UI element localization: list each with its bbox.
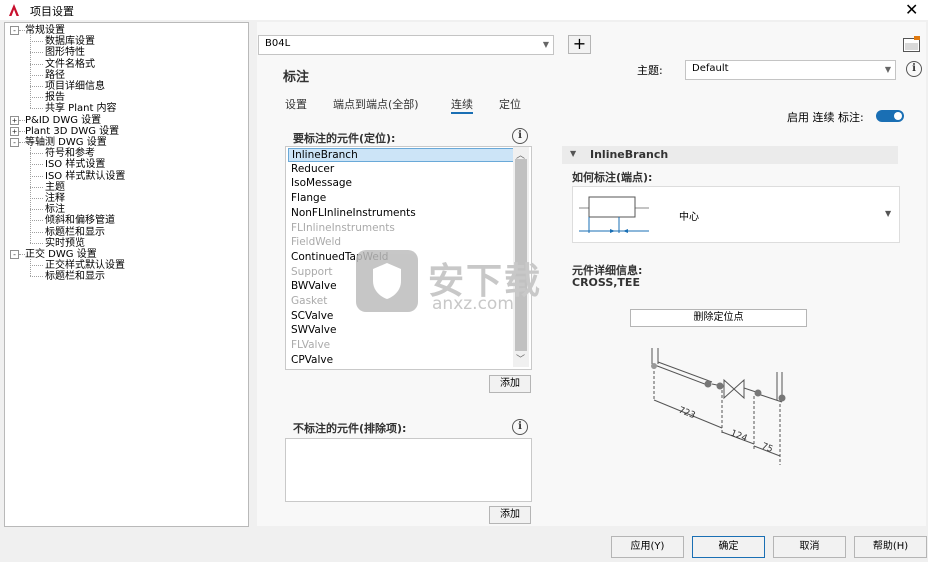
window-title: 项目设置: [30, 5, 74, 18]
tree-item[interactable]: 共享 Plant 内容: [45, 103, 117, 114]
delete-locate-point-button[interactable]: 删除定位点: [630, 309, 807, 327]
tab-locate[interactable]: 定位: [499, 96, 521, 112]
watermark-logo-icon: [356, 250, 418, 312]
title-bar: [0, 0, 928, 20]
enable-continuous-toggle[interactable]: [876, 110, 904, 122]
tree-item[interactable]: ISO 样式设置: [45, 159, 105, 170]
list-item[interactable]: FLValve: [291, 339, 330, 351]
tree-group[interactable]: 常规设置: [25, 25, 65, 36]
tree-item[interactable]: 图形特性: [45, 47, 85, 58]
detail-title: InlineBranch: [590, 148, 669, 161]
style-select[interactable]: B04L ▼: [258, 35, 554, 55]
how-label: 如何标注(端点):: [572, 171, 653, 184]
ok-button[interactable]: 确定: [692, 536, 765, 558]
list-item[interactable]: Support: [291, 266, 333, 278]
included-label: 要标注的元件(定位):: [293, 132, 396, 145]
close-icon[interactable]: ✕: [905, 0, 918, 19]
list-item[interactable]: SWValve: [291, 324, 336, 336]
tree-item[interactable]: 注释: [45, 193, 65, 204]
tree-group[interactable]: P&ID DWG 设置: [25, 115, 101, 126]
page-heading: 标注: [283, 70, 310, 85]
component-info-value: CROSS,TEE: [572, 276, 640, 289]
list-item[interactable]: SCValve: [291, 310, 333, 322]
tree-item[interactable]: 标注: [45, 204, 65, 215]
tree-item[interactable]: 主题: [45, 182, 65, 193]
watermark-url: anxz.com: [432, 294, 514, 314]
list-item[interactable]: InlineBranch: [288, 148, 514, 162]
help-button[interactable]: 帮助(H): [854, 536, 927, 558]
detail-section-header[interactable]: ▼ InlineBranch: [562, 146, 898, 164]
theme-select[interactable]: Default ▼: [685, 60, 896, 80]
collapse-icon[interactable]: -: [10, 26, 19, 35]
chevron-down-icon: ▼: [884, 65, 891, 74]
tree-group[interactable]: 正交 DWG 设置: [25, 249, 97, 260]
list-item[interactable]: Flange: [291, 192, 326, 204]
collapse-icon[interactable]: -: [10, 250, 19, 259]
info-icon[interactable]: i: [906, 61, 922, 77]
add-included-button[interactable]: 添加: [489, 375, 531, 393]
style-editor-icon[interactable]: [902, 35, 922, 53]
expand-icon[interactable]: +: [10, 115, 19, 125]
list-item[interactable]: BWValve: [291, 280, 337, 292]
dim-label-2: 124: [729, 429, 749, 445]
collapse-icon: ▼: [570, 149, 577, 158]
enable-continuous-label: 启用 连续 标注:: [787, 111, 864, 124]
tree-item[interactable]: 标题栏和显示: [45, 227, 105, 238]
dimension-point-select[interactable]: 中心 ▼: [572, 186, 900, 243]
info-icon[interactable]: i: [512, 419, 528, 435]
excluded-list[interactable]: [285, 438, 532, 502]
tree-item[interactable]: ISO 样式默认设置: [45, 171, 125, 182]
tree-group[interactable]: 等轴测 DWG 设置: [25, 137, 107, 148]
tab-continuous[interactable]: 连续: [451, 96, 473, 114]
list-item[interactable]: Gasket: [291, 295, 327, 307]
excluded-label: 不标注的元件(排除项):: [293, 422, 407, 435]
list-item[interactable]: NonFLInlineInstruments: [291, 207, 416, 219]
dim-label-1: 723: [677, 406, 697, 422]
list-item[interactable]: FieldWeld: [291, 236, 341, 248]
list-item[interactable]: FLInlineInstruments: [291, 222, 395, 234]
list-item[interactable]: IsoMessage: [291, 177, 352, 189]
center-point-diagram-icon: [579, 196, 649, 233]
collapse-icon[interactable]: -: [10, 138, 19, 147]
chevron-down-icon: ﹀: [516, 355, 526, 365]
cancel-button[interactable]: 取消: [773, 536, 846, 558]
add-excluded-button[interactable]: 添加: [489, 506, 531, 524]
list-item[interactable]: CPValve: [291, 354, 333, 366]
tree-item[interactable]: 文件名格式: [45, 59, 95, 70]
dimension-illustration: 723 124 75: [651, 348, 786, 465]
tree-item[interactable]: 数据库设置: [45, 36, 95, 47]
chevron-down-icon: ▼: [885, 209, 892, 218]
plus-icon[interactable]: +: [568, 35, 591, 54]
dimension-point-value: 中心: [679, 212, 699, 223]
theme-label: 主题:: [637, 64, 663, 77]
tab-end-to-end[interactable]: 端点到端点(全部): [333, 96, 419, 112]
tab-settings[interactable]: 设置: [285, 96, 307, 112]
expand-icon[interactable]: +: [10, 126, 19, 136]
tree-item[interactable]: 报告: [45, 92, 65, 103]
tree-item[interactable]: 标题栏和显示: [45, 271, 105, 282]
tree-item[interactable]: 符号和参考: [45, 148, 95, 159]
tree-group[interactable]: Plant 3D DWG 设置: [25, 126, 119, 137]
settings-tree: - 常规设置 数据库设置 图形特性 文件名格式 路径 项目详细信息 报告 共享 Plant 内容…: [4, 22, 249, 527]
tree-item[interactable]: 正交样式默认设置: [45, 260, 125, 271]
autocad-logo-icon: [9, 4, 19, 16]
list-item[interactable]: Reducer: [291, 163, 334, 175]
tree-item[interactable]: 倾斜和偏移管道: [45, 215, 115, 226]
apply-button[interactable]: 应用(Y): [611, 536, 684, 558]
info-icon[interactable]: i: [512, 128, 528, 144]
tree-item[interactable]: 实时预览: [45, 238, 85, 249]
tree-item[interactable]: 项目详细信息: [45, 81, 105, 92]
chevron-down-icon: ▼: [542, 40, 549, 49]
tree-item[interactable]: 路径: [45, 70, 65, 81]
